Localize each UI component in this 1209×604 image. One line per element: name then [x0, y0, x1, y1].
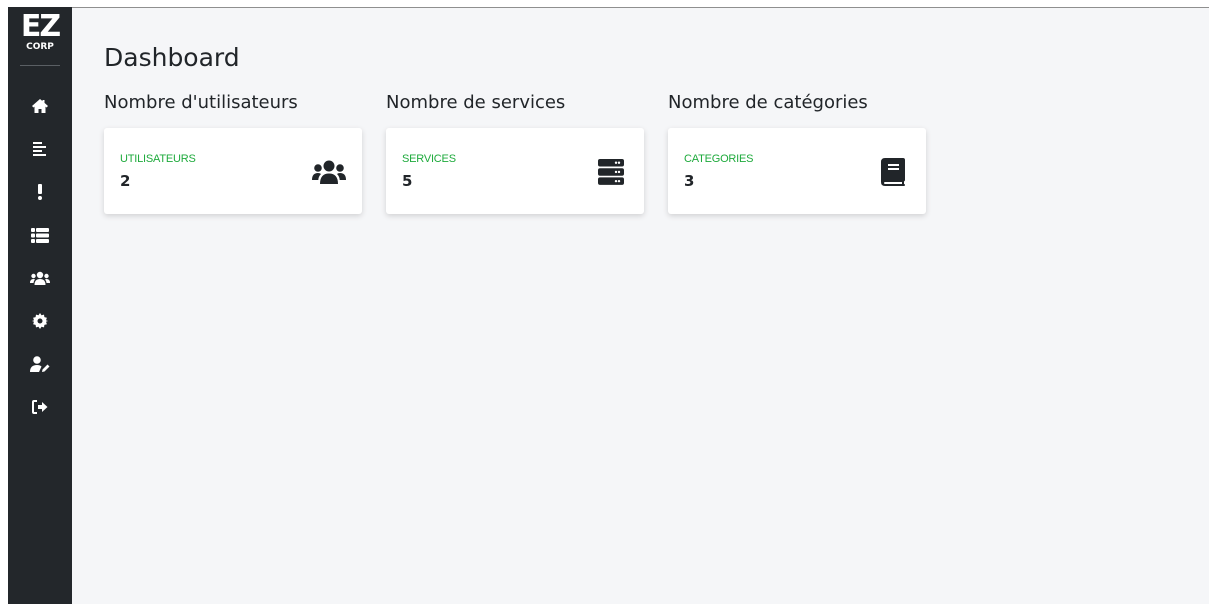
- list-icon: [31, 227, 49, 243]
- sidebar-item-logout[interactable]: [24, 393, 56, 421]
- server-icon: [594, 158, 628, 186]
- sidebar-item-menu[interactable]: [24, 135, 56, 163]
- align-left-icon: [33, 142, 47, 156]
- app-frame: EZ CORP Dashboard Nombre d'utilisateurs …: [0, 0, 1209, 604]
- cog-icon: [32, 313, 48, 329]
- home-icon: [31, 98, 49, 114]
- card-services[interactable]: SERVICES 5: [386, 128, 644, 214]
- card-value: 2: [120, 172, 131, 190]
- user-edit-icon: [30, 356, 50, 372]
- sidebar-item-home[interactable]: [24, 92, 56, 120]
- sign-out-icon: [32, 400, 48, 414]
- sidebar-item-alerts[interactable]: [24, 178, 56, 206]
- card-users[interactable]: UTILISATEURS 2: [104, 128, 362, 214]
- card-label: SERVICES: [402, 153, 456, 165]
- book-icon: [876, 158, 910, 186]
- sidebar-item-list[interactable]: [24, 221, 56, 249]
- card-label: CATEGORIES: [684, 153, 754, 165]
- section-label-users: Nombre d'utilisateurs: [104, 92, 298, 113]
- sidebar-item-users[interactable]: [24, 264, 56, 292]
- card-value: 3: [684, 172, 695, 190]
- sidebar-item-profile[interactable]: [24, 350, 56, 378]
- card-value: 5: [402, 172, 413, 190]
- logo-ez: EZ: [20, 9, 61, 44]
- sidebar-item-settings[interactable]: [24, 307, 56, 335]
- sidebar: EZ CORP: [8, 7, 72, 604]
- card-categories[interactable]: CATEGORIES 3: [668, 128, 926, 214]
- logo[interactable]: EZ CORP: [20, 9, 61, 62]
- section-label-categories: Nombre de catégories: [668, 92, 868, 113]
- exclamation-icon: [37, 184, 43, 200]
- main-content: Dashboard Nombre d'utilisateurs UTILISAT…: [72, 7, 1209, 604]
- sidebar-divider: [20, 65, 60, 66]
- section-label-services: Nombre de services: [386, 92, 566, 113]
- users-icon: [312, 158, 346, 186]
- card-label: UTILISATEURS: [120, 153, 196, 165]
- page-title: Dashboard: [104, 43, 240, 72]
- users-icon: [30, 271, 50, 285]
